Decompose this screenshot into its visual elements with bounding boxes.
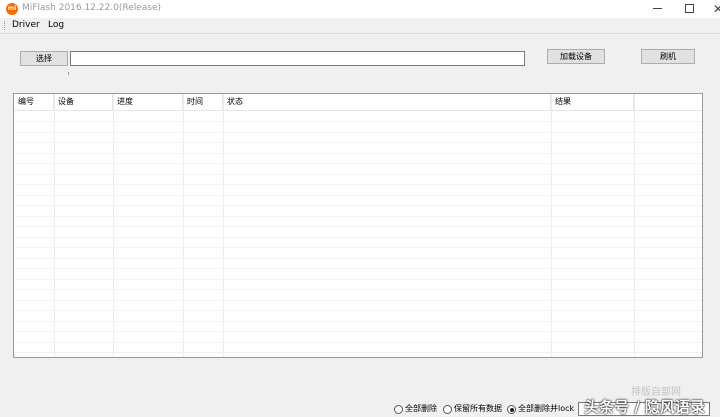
empty-row-line (14, 299, 702, 301)
column-header-extra[interactable] (634, 94, 702, 110)
title-bar[interactable]: mi MiFlash 2016.12.22.0(Release) ✕ (0, 0, 720, 18)
radio-delete-all[interactable] (394, 405, 403, 414)
empty-row-line (14, 257, 702, 259)
empty-row-line (14, 247, 702, 248)
empty-row-line (14, 310, 702, 311)
empty-row-line (14, 131, 702, 133)
table-header: 编号 设备 进度 时间 状态 结果 (14, 94, 702, 111)
radio-delete-all-lock-label[interactable]: 全部删除并lock (518, 403, 574, 414)
minimize-icon (652, 8, 662, 9)
empty-row-line (14, 278, 702, 280)
splitter-tick (68, 72, 69, 75)
select-button[interactable]: 选择 (20, 51, 68, 66)
menu-bar: Driver Log (0, 18, 720, 34)
empty-row-line (14, 352, 702, 353)
column-header-device[interactable]: 设备 (54, 94, 113, 110)
radio-keep-data-label[interactable]: 保留所有数据 (454, 403, 502, 414)
column-header-time[interactable]: 时间 (183, 94, 223, 110)
empty-row-line (14, 320, 702, 322)
menu-log[interactable]: Log (48, 20, 64, 30)
column-header-status[interactable]: 状态 (223, 94, 551, 110)
empty-row-line (14, 173, 702, 175)
maximize-icon (684, 4, 694, 13)
empty-row-line (14, 341, 702, 343)
radio-keep-data[interactable] (443, 405, 452, 414)
empty-row-line (14, 268, 702, 269)
load-device-button[interactable]: 加载设备 (547, 49, 605, 64)
empty-row-line (14, 289, 702, 290)
empty-row-line (14, 121, 702, 122)
mi-logo-icon: mi (6, 3, 18, 15)
empty-row-line (14, 194, 702, 196)
window-title: MiFlash 2016.12.22.0(Release) (22, 3, 162, 13)
radio-delete-all-lock[interactable] (507, 405, 516, 414)
maximize-button[interactable] (674, 0, 704, 18)
table-body (14, 111, 702, 357)
empty-row-line (14, 226, 702, 227)
device-table[interactable]: 编号 设备 进度 时间 状态 结果 (13, 93, 703, 358)
path-input[interactable] (70, 51, 525, 66)
column-header-result[interactable]: 结果 (551, 94, 634, 110)
empty-row-line (14, 152, 702, 154)
watermark-author: 头条号 / 隐风语录 (584, 398, 705, 416)
column-header-progress[interactable]: 进度 (113, 94, 183, 110)
miflash-window: mi MiFlash 2016.12.22.0(Release) ✕ Drive… (0, 0, 720, 417)
radio-delete-all-label[interactable]: 全部删除 (405, 403, 437, 414)
minimize-button[interactable] (642, 0, 672, 18)
empty-row-line (14, 142, 702, 143)
empty-row-line (14, 163, 702, 164)
menu-driver[interactable]: Driver (12, 20, 40, 30)
menu-grip-icon (4, 21, 6, 30)
empty-row-line (14, 215, 702, 217)
empty-row-line (14, 331, 702, 332)
empty-row-line (14, 184, 702, 185)
column-header-number[interactable]: 编号 (14, 94, 54, 110)
empty-row-line (14, 236, 702, 238)
flash-button[interactable]: 刷机 (641, 49, 695, 64)
empty-row-line (14, 205, 702, 206)
close-icon: ✕ (712, 2, 720, 16)
close-button[interactable]: ✕ (703, 0, 720, 18)
